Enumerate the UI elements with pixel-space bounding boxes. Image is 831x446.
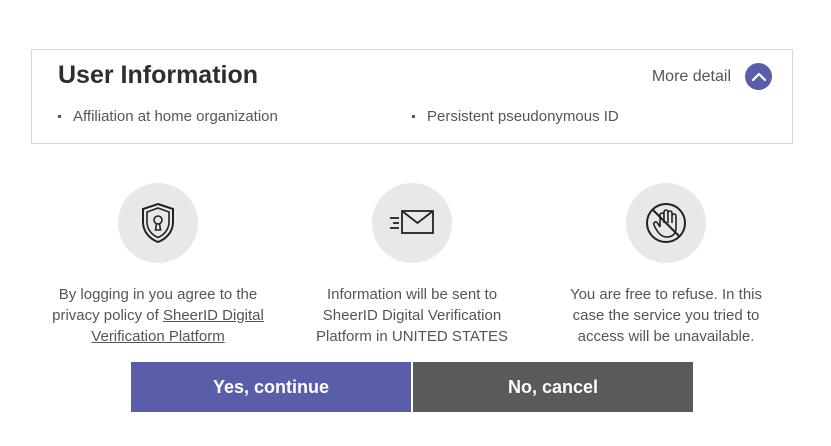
data-transfer-text: Information will be sent to SheerID Digi… bbox=[316, 286, 508, 345]
shield-keyhole-icon bbox=[118, 183, 198, 263]
refuse-feature: You are free to refuse. In this case the… bbox=[556, 183, 776, 347]
bullet-icon bbox=[58, 115, 61, 118]
chevron-up-icon[interactable] bbox=[745, 63, 772, 90]
attribute-label: Persistent pseudonymous ID bbox=[427, 108, 619, 125]
bullet-icon bbox=[412, 115, 415, 118]
user-information-panel: User Information More detail Affiliation… bbox=[31, 49, 793, 144]
more-detail-label: More detail bbox=[651, 67, 731, 85]
privacy-policy-text: By logging in you agree to the privacy p… bbox=[48, 284, 268, 347]
attribute-item: Affiliation at home organization bbox=[58, 108, 278, 125]
user-information-title: User Information bbox=[58, 61, 259, 89]
no-hand-icon bbox=[626, 183, 706, 263]
data-transfer-feature: Information will be sent to SheerID Digi… bbox=[302, 183, 522, 347]
more-detail-toggle[interactable]: More detail bbox=[652, 63, 772, 90]
attribute-label: Affiliation at home organization bbox=[73, 108, 278, 125]
attribute-item: Persistent pseudonymous ID bbox=[412, 108, 619, 125]
yes-continue-button[interactable]: Yes, continue bbox=[131, 362, 411, 412]
no-cancel-button[interactable]: No, cancel bbox=[413, 362, 693, 412]
refuse-text: You are free to refuse. In this case the… bbox=[569, 286, 763, 345]
envelope-send-icon bbox=[372, 183, 452, 263]
privacy-policy-feature: By logging in you agree to the privacy p… bbox=[48, 183, 268, 347]
